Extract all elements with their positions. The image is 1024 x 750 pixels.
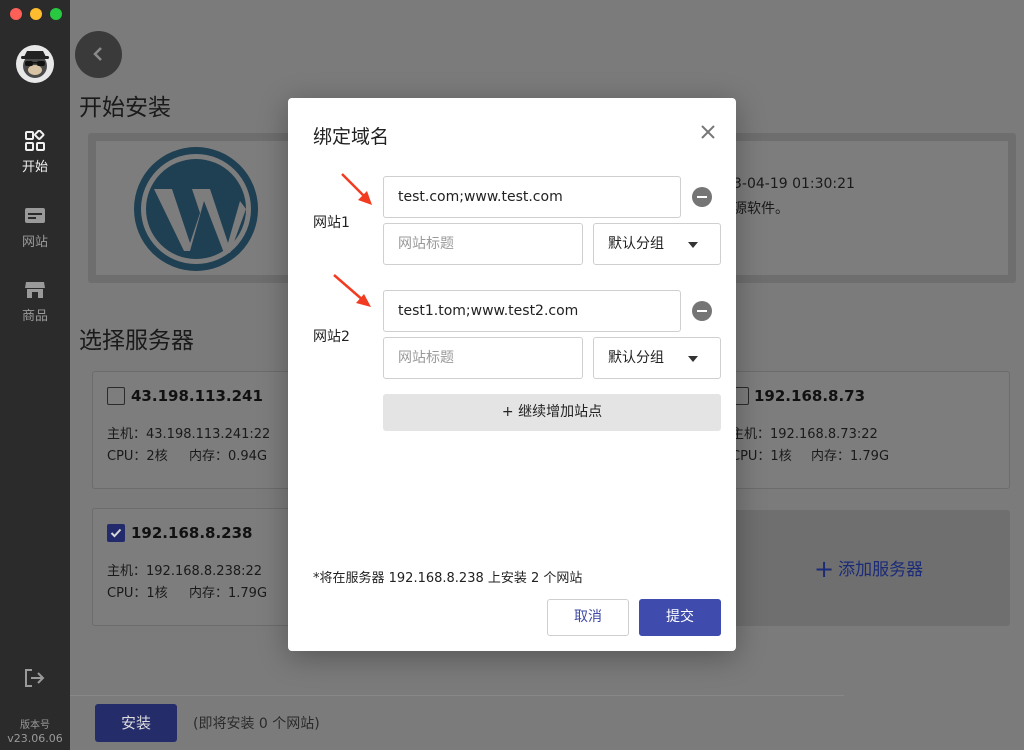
install-note: (即将安装 0 个网站) <box>193 716 320 732</box>
server-cpu: CPU：2核 <box>107 449 168 464</box>
add-server-label: 添加服务器 <box>838 560 924 580</box>
bind-domain-modal: 绑定域名 网站1 test.com;www.test.com 网站标题 默认分组… <box>288 98 736 651</box>
logout-icon[interactable] <box>23 667 45 693</box>
caret-down-icon <box>688 242 698 248</box>
version-value: v23.06.06 <box>7 732 63 745</box>
server-ip: 43.198.113.241 <box>131 387 263 405</box>
site-label: 网站1 <box>313 215 350 231</box>
chevron-left-icon <box>93 47 102 61</box>
server-checkbox[interactable] <box>107 387 125 405</box>
server-cpu: CPU：1核 <box>107 586 168 601</box>
server-memory: 内存：1.79G <box>189 586 268 601</box>
store-icon <box>25 282 45 298</box>
divider <box>70 695 844 696</box>
server-section-title: 选择服务器 <box>79 328 194 354</box>
domain-input[interactable]: test1.tom;www.test2.com <box>383 290 681 332</box>
app-desc: 源软件。 <box>733 201 789 217</box>
group-select-value: 默认分组 <box>608 350 664 366</box>
grid-icon <box>25 130 45 151</box>
version-label: 版本号 <box>20 720 50 731</box>
red-arrow-icon <box>333 274 371 307</box>
cancel-button[interactable]: 取消 <box>547 599 629 636</box>
window-minimize-button[interactable] <box>30 8 42 20</box>
remove-site-icon[interactable] <box>692 301 712 321</box>
sidebar-item-website[interactable]: 网站 <box>0 205 70 250</box>
server-memory: 内存：0.94G <box>189 449 268 464</box>
remove-site-icon[interactable] <box>692 187 712 207</box>
server-checkbox[interactable] <box>107 524 125 542</box>
wordpress-logo-icon <box>132 145 260 277</box>
install-button[interactable]: 安装 <box>95 704 177 742</box>
submit-button[interactable]: 提交 <box>639 599 721 636</box>
caret-down-icon <box>688 356 698 362</box>
red-arrow-icon <box>341 173 372 205</box>
site-label: 网站2 <box>313 329 350 345</box>
install-summary-note: *将在服务器 192.168.8.238 上安装 2 个网站 <box>313 571 583 586</box>
server-host: 主机：192.168.8.238:22 <box>107 564 263 579</box>
app-date: 3-04-19 01:30:21 <box>733 176 855 192</box>
sidebar-item-start[interactable]: 开始 <box>0 130 70 175</box>
sidebar: 开始 网站 商品 版本号 v23.06.06 <box>0 0 70 750</box>
site-title-input[interactable]: 网站标题 <box>383 223 583 265</box>
modal-title: 绑定域名 <box>313 126 390 148</box>
checkmark-icon <box>110 528 122 538</box>
server-memory: 内存：1.79G <box>811 449 890 464</box>
domain-input[interactable]: test.com;www.test.com <box>383 176 681 218</box>
server-host: 主机：192.168.8.73:22 <box>731 427 878 442</box>
group-select[interactable]: 默认分组 <box>593 337 721 379</box>
site-title-input[interactable]: 网站标题 <box>383 337 583 379</box>
add-site-button[interactable]: + 继续增加站点 <box>383 394 721 431</box>
close-icon[interactable] <box>700 124 716 144</box>
sidebar-item-label: 商品 <box>21 309 48 324</box>
sidebar-item-label: 网站 <box>21 235 48 250</box>
window-close-button[interactable] <box>10 8 22 20</box>
server-ip: 192.168.8.73 <box>754 387 866 405</box>
server-host: 主机：43.198.113.241:22 <box>107 427 271 442</box>
group-select[interactable]: 默认分组 <box>593 223 721 265</box>
server-card[interactable]: 192.168.8.73 主机：192.168.8.73:22 CPU：1核 内… <box>720 371 1010 489</box>
group-select-value: 默认分组 <box>608 236 664 252</box>
plus-icon: + <box>814 555 835 583</box>
sidebar-item-label: 开始 <box>21 160 48 175</box>
server-ip: 192.168.8.238 <box>131 524 253 542</box>
back-button[interactable] <box>75 31 122 78</box>
window-zoom-button[interactable] <box>50 8 62 20</box>
monkey-avatar-icon[interactable] <box>16 45 54 83</box>
add-server-button[interactable]: + 添加服务器 <box>814 555 923 583</box>
page-title: 开始安装 <box>79 95 171 121</box>
server-cpu: CPU：1核 <box>731 449 792 464</box>
website-icon <box>25 208 45 223</box>
sidebar-item-goods[interactable]: 商品 <box>0 279 70 324</box>
